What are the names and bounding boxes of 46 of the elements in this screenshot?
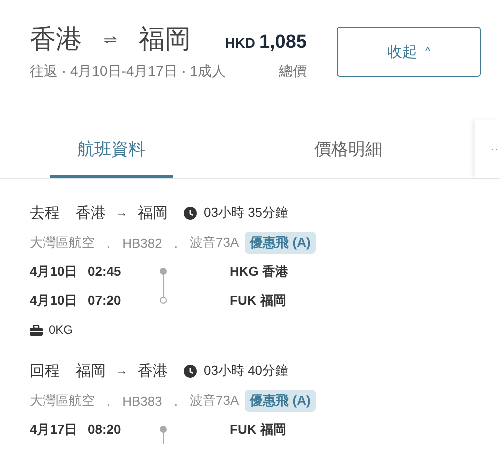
- airline: 大灣區航空: [30, 392, 95, 410]
- stop-time: 07:20: [88, 293, 122, 308]
- to-city: 香港: [138, 362, 168, 380]
- separator-dot: .: [174, 394, 178, 408]
- flight-number: HB383: [122, 394, 162, 408]
- clock-icon: [184, 206, 197, 220]
- stop-date: 4月10日: [30, 262, 79, 280]
- arrow-icon: →: [116, 364, 128, 378]
- flight-duration: 03小時 35分鐘: [204, 204, 289, 222]
- collapse-button[interactable]: 收起 ^: [337, 27, 481, 77]
- airport: HKG 香港: [230, 262, 288, 280]
- suitcase-icon: [30, 324, 43, 336]
- origin-city: 香港: [30, 23, 82, 56]
- stop-date: 4月10日: [30, 292, 79, 310]
- stop-time: 02:45: [88, 264, 122, 279]
- swap-icon: [104, 34, 118, 46]
- tab[interactable]: 航班資料: [50, 120, 173, 178]
- trip-summary: 往返 · 4月10日-4月17日 · 1成人: [30, 63, 226, 81]
- destination-city: 福岡: [139, 23, 192, 56]
- from-city: 福岡: [76, 362, 106, 380]
- direction-label: 去程: [30, 204, 60, 222]
- fare-tag: 優惠飛 (A): [245, 232, 316, 254]
- airport: FUK 福岡: [230, 292, 286, 310]
- tab[interactable]: 價格明細: [287, 120, 410, 178]
- stop-time: 08:20: [88, 422, 122, 437]
- fare-tag: 優惠飛 (A): [245, 390, 316, 412]
- stop-date: 4月17日: [30, 420, 79, 438]
- flight-duration: 03小時 40分鐘: [204, 362, 289, 380]
- currency: HKD: [225, 35, 256, 51]
- clock-icon: [184, 364, 197, 378]
- separator-dot: .: [107, 236, 111, 250]
- baggage-allowance: 0KG: [49, 323, 74, 337]
- more-tabs[interactable]: ··: [475, 120, 500, 178]
- airport: FUK 福岡: [230, 420, 286, 438]
- price-label: 總價: [279, 63, 307, 81]
- from-city: 香港: [76, 204, 106, 222]
- aircraft: 波音73A: [190, 392, 240, 410]
- direction-label: 回程: [30, 362, 60, 380]
- to-city: 福岡: [138, 204, 168, 222]
- separator-dot: .: [174, 236, 178, 250]
- separator-dot: .: [107, 394, 111, 408]
- aircraft: 波音73A: [190, 234, 240, 252]
- airline: 大灣區航空: [30, 234, 95, 252]
- flight-number: HB382: [122, 236, 162, 250]
- arrow-icon: →: [116, 206, 128, 220]
- price: 1,085: [259, 32, 307, 54]
